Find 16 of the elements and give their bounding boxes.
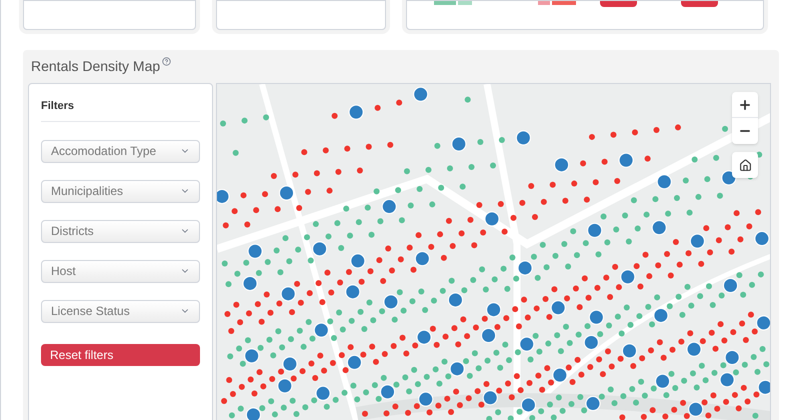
filters-heading: Filters xyxy=(41,98,200,122)
reset-filters-button[interactable]: Reset filters xyxy=(41,344,200,366)
filter-dropdown[interactable]: Host xyxy=(41,260,200,282)
filter-dropdown[interactable]: License Status xyxy=(41,300,200,322)
plus-icon xyxy=(738,98,752,112)
filter-dropdown[interactable]: Accomodation Type xyxy=(41,140,200,162)
home-icon xyxy=(738,158,752,172)
filter-dropdown[interactable]: Districts xyxy=(41,220,200,242)
filter-dropdown[interactable]: Municipalities xyxy=(41,180,200,202)
bar-chart-drawing xyxy=(538,1,578,5)
change-badge xyxy=(681,1,718,7)
help-icon[interactable] xyxy=(162,57,172,66)
bar-chart-drawing xyxy=(434,1,474,5)
change-badge xyxy=(600,1,637,7)
home-button[interactable] xyxy=(732,152,758,178)
panel-title: Rentals Density Map xyxy=(31,57,160,76)
